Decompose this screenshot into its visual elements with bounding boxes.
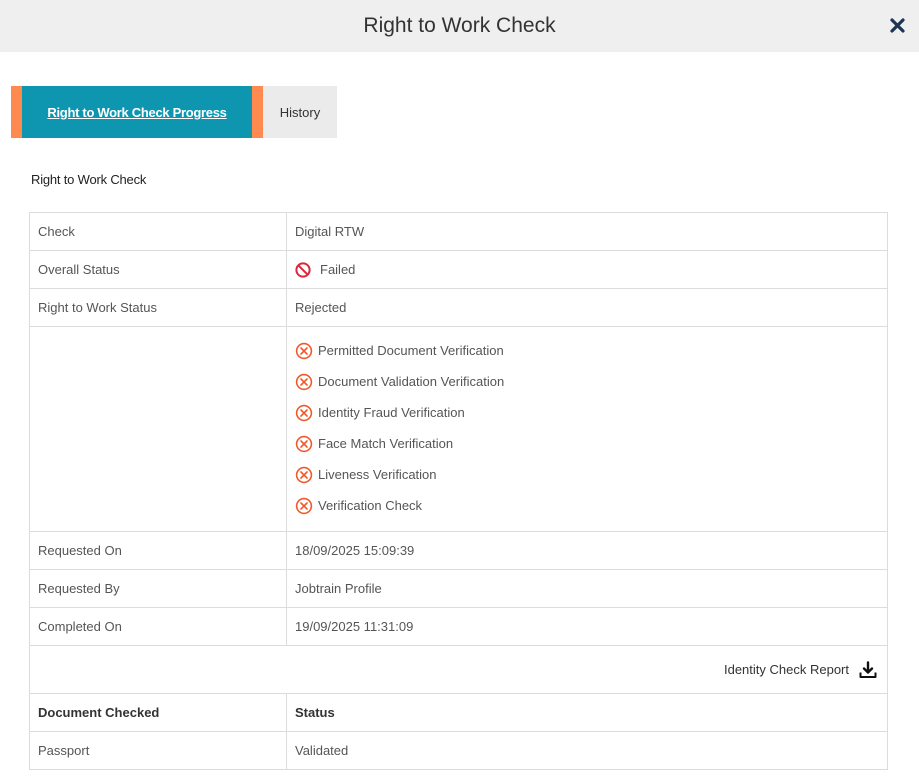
table-row: Completed On 19/09/2025 11:31:09 xyxy=(29,607,888,646)
rtw-status-label: Right to Work Status xyxy=(29,288,287,327)
document-name: Passport xyxy=(29,731,287,770)
list-item: Verification Check xyxy=(295,490,887,521)
close-button[interactable] xyxy=(885,12,909,38)
report-link-label: Identity Check Report xyxy=(723,662,849,677)
verification-label: Liveness Verification xyxy=(318,467,437,482)
requested-by-value: Jobtrain Profile xyxy=(286,569,888,608)
circle-x-icon xyxy=(295,373,313,390)
section-title: Right to Work Check xyxy=(31,172,147,187)
table-row: Passport Validated xyxy=(29,731,888,770)
list-item: Face Match Verification xyxy=(295,428,887,459)
table-row: Right to Work Status Rejected xyxy=(29,288,888,327)
table-row: Requested On 18/09/2025 15:09:39 xyxy=(29,531,888,570)
check-value: Digital RTW xyxy=(286,212,888,251)
list-item: Document Validation Verification xyxy=(295,366,887,397)
verification-label: Verification Check xyxy=(318,498,423,513)
requested-by-label: Requested By xyxy=(29,569,287,608)
rtw-status-value: Rejected xyxy=(286,288,888,327)
circle-x-icon xyxy=(295,342,313,359)
verification-label: Identity Fraud Verification xyxy=(318,405,465,420)
completed-on-value: 19/09/2025 11:31:09 xyxy=(286,607,888,646)
list-item: Permitted Document Verification xyxy=(295,335,887,366)
report-cell: Identity Check Report xyxy=(29,645,888,694)
verification-list: Permitted Document Verification Document… xyxy=(286,326,888,532)
status-header: Status xyxy=(286,693,888,732)
empty-label xyxy=(29,326,287,532)
document-checked-header: Document Checked xyxy=(29,693,287,732)
verification-label: Permitted Document Verification xyxy=(318,343,504,358)
table-row: Permitted Document Verification Document… xyxy=(29,326,888,532)
documents-header-row: Document Checked Status xyxy=(29,693,888,732)
circle-x-icon xyxy=(295,466,313,483)
table-row: Overall Status Failed xyxy=(29,250,888,289)
requested-on-value: 18/09/2025 15:09:39 xyxy=(286,531,888,570)
list-item: Liveness Verification xyxy=(295,459,887,490)
tab-bar: Right to Work Check Progress History xyxy=(11,86,337,138)
table-row: Requested By Jobtrain Profile xyxy=(29,569,888,608)
document-status: Validated xyxy=(286,731,888,770)
close-icon xyxy=(889,17,905,33)
circle-x-icon xyxy=(295,404,313,421)
overall-status-cell: Failed xyxy=(286,250,888,289)
completed-on-label: Completed On xyxy=(29,607,287,646)
modal-header: Right to Work Check xyxy=(0,0,919,52)
list-item: Identity Fraud Verification xyxy=(295,397,887,428)
verification-label: Face Match Verification xyxy=(318,436,454,451)
table-row: Check Digital RTW xyxy=(29,212,888,251)
download-icon xyxy=(859,660,877,678)
tab-rtw-progress[interactable]: Right to Work Check Progress xyxy=(11,86,263,138)
table-row: Identity Check Report xyxy=(29,645,888,694)
prohibited-icon xyxy=(295,261,311,278)
requested-on-label: Requested On xyxy=(29,531,287,570)
rtw-details-table: Check Digital RTW Overall Status Failed … xyxy=(29,212,888,770)
modal-title: Right to Work Check xyxy=(363,14,556,37)
check-label: Check xyxy=(29,212,287,251)
verification-label: Document Validation Verification xyxy=(318,374,505,389)
circle-x-icon xyxy=(295,497,313,514)
identity-check-report-link[interactable]: Identity Check Report xyxy=(723,660,877,679)
overall-status-label: Overall Status xyxy=(29,250,287,289)
circle-x-icon xyxy=(295,435,313,452)
tab-history[interactable]: History xyxy=(263,86,337,138)
overall-status-value: Failed xyxy=(320,262,356,277)
